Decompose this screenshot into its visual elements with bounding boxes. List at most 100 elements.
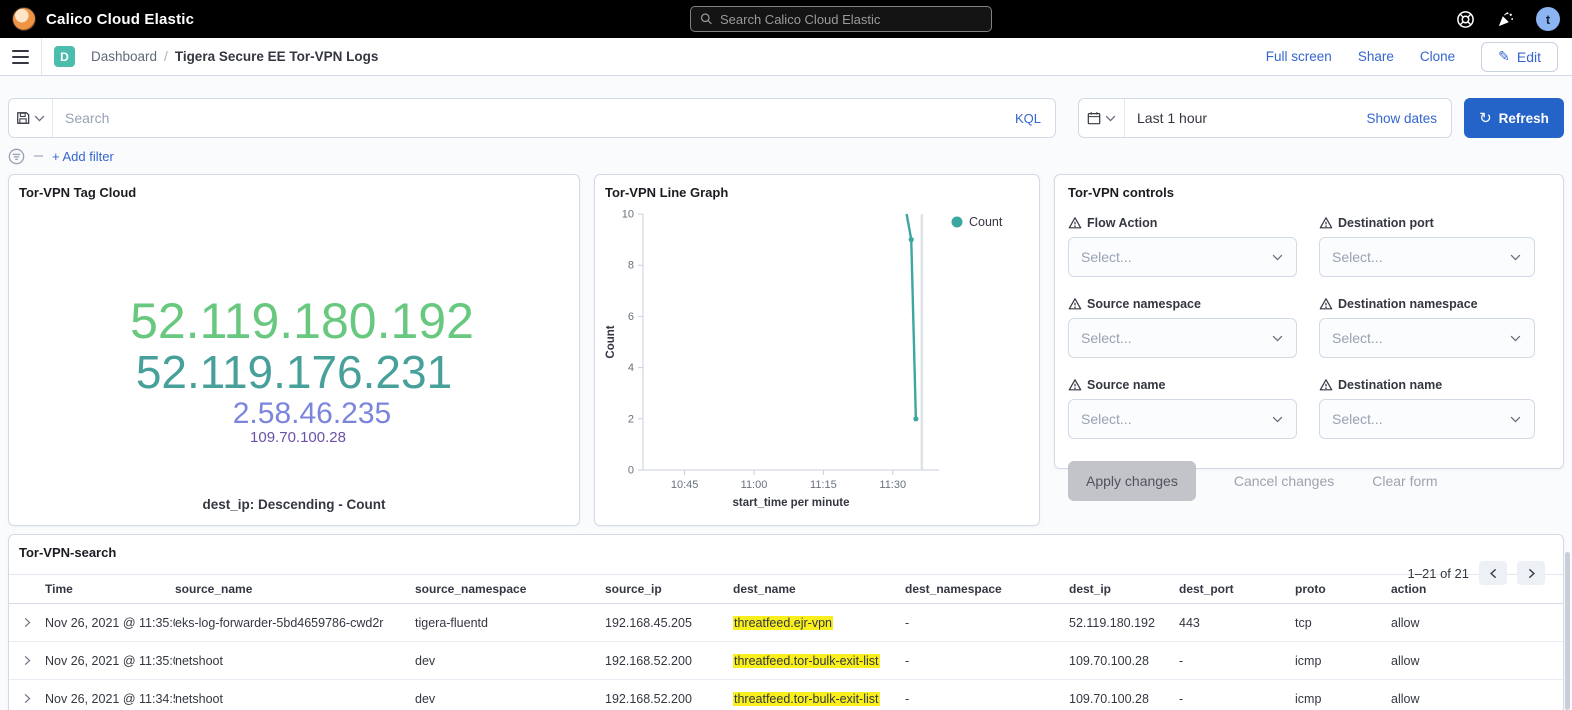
kql-selector[interactable]: KQL (1001, 111, 1055, 126)
add-filter-link[interactable]: + Add filter (52, 149, 114, 164)
global-search-input[interactable] (720, 12, 982, 27)
expand-row-button[interactable] (9, 693, 45, 704)
tag-cloud-term[interactable]: 109.70.100.28 (250, 430, 346, 446)
table-cell: dev (415, 692, 605, 706)
tag-cloud-caption: dest_ip: Descending - Count (9, 497, 579, 512)
panel-title: Tor-VPN-search (9, 535, 1563, 560)
calendar-icon (1087, 111, 1101, 125)
global-search[interactable] (690, 6, 992, 32)
date-quick-menu[interactable] (1079, 99, 1125, 137)
control-field-label: Source name (1068, 378, 1297, 392)
vertical-scrollbar[interactable] (1565, 552, 1570, 710)
table-cell: 192.168.52.200 (605, 692, 733, 706)
chevron-right-icon (22, 655, 33, 666)
table-cell: tcp (1295, 616, 1391, 630)
chevron-down-icon (1271, 413, 1284, 426)
table-cell: icmp (1295, 654, 1391, 668)
cancel-changes-button[interactable]: Cancel changes (1234, 473, 1334, 489)
search-input[interactable] (53, 110, 1001, 126)
controls-buttons: Apply changes Cancel changes Clear form (1068, 461, 1549, 501)
whats-new-icon[interactable] (1496, 10, 1515, 29)
apply-changes-button[interactable]: Apply changes (1068, 461, 1196, 501)
breadcrumb: Dashboard / Tigera Secure EE Tor-VPN Log… (91, 49, 378, 64)
share-link[interactable]: Share (1358, 49, 1394, 64)
refresh-button[interactable]: ↻ Refresh (1464, 98, 1564, 138)
edit-button[interactable]: ✎ Edit (1481, 42, 1558, 72)
clone-link[interactable]: Clone (1420, 49, 1455, 64)
brand[interactable]: Calico Cloud Elastic (0, 7, 194, 31)
select-source-namespace[interactable]: Select... (1068, 318, 1297, 358)
brand-name: Calico Cloud Elastic (46, 11, 194, 28)
table-cell: threatfeed.tor-bulk-exit-list (733, 654, 905, 668)
dashboard-content: KQL Last 1 hour Show dates ↻ Refresh + A… (0, 76, 1572, 710)
table-cell: 192.168.52.200 (605, 654, 733, 668)
table-cell: - (905, 654, 1069, 668)
save-icon (16, 111, 30, 125)
help-icon[interactable] (1456, 10, 1475, 29)
full-screen-link[interactable]: Full screen (1266, 49, 1332, 64)
select-destination-port[interactable]: Select... (1319, 237, 1535, 277)
clear-form-button[interactable]: Clear form (1372, 473, 1437, 489)
chevron-right-icon (22, 617, 33, 628)
select-flow-action[interactable]: Select... (1068, 237, 1297, 277)
table-cell: eks-log-forwarder-5bd4659786-cwd2r (175, 616, 415, 630)
prev-page-button[interactable] (1479, 561, 1507, 585)
menu-icon[interactable] (0, 38, 42, 75)
next-page-button[interactable] (1517, 561, 1545, 585)
chevron-down-icon (33, 112, 46, 125)
breadcrumb-dashboard[interactable]: Dashboard (91, 49, 157, 64)
saved-query-menu[interactable] (9, 99, 53, 137)
select-source-name[interactable]: Select... (1068, 399, 1297, 439)
warning-icon (1068, 216, 1082, 230)
chevron-down-icon (1271, 332, 1284, 345)
breadcrumb-separator: / (164, 49, 168, 64)
svg-text:2: 2 (628, 413, 634, 425)
tag-cloud-panel: Tor-VPN Tag Cloud 52.119.180.19252.119.1… (8, 174, 580, 526)
dashboard-badge[interactable]: D (54, 46, 75, 67)
svg-text:Count: Count (605, 325, 617, 358)
controls-fields: Flow ActionSelect...Destination portSele… (1068, 216, 1549, 439)
select-destination-name[interactable]: Select... (1319, 399, 1535, 439)
control-field-label: Flow Action (1068, 216, 1297, 230)
legend-item-count[interactable]: Count (952, 215, 1003, 229)
table-cell: 109.70.100.28 (1069, 654, 1179, 668)
tag-cloud-term[interactable]: 2.58.46.235 (233, 398, 391, 430)
show-dates-link[interactable]: Show dates (1352, 111, 1451, 126)
filter-icon[interactable] (8, 148, 25, 165)
svg-text:6: 6 (628, 311, 634, 323)
line-graph-panel: Tor-VPN Line Graph 024681010:4511:0011:1… (594, 174, 1040, 526)
time-range-value[interactable]: Last 1 hour (1125, 110, 1352, 126)
table-cell: Nov 26, 2021 @ 11:34:54.000 (45, 692, 175, 706)
chevron-down-icon (1509, 251, 1522, 264)
svg-text:10:45: 10:45 (671, 479, 699, 491)
table-cell: dev (415, 654, 605, 668)
control-field: Source namespaceSelect... (1068, 297, 1297, 358)
calico-logo-icon (12, 7, 36, 31)
column-header-proto: proto (1295, 582, 1391, 596)
search-table-panel: Tor-VPN-search 1–21 of 21 Timesource_nam… (8, 534, 1564, 710)
select-destination-namespace[interactable]: Select... (1319, 318, 1535, 358)
svg-text:start_time per minute: start_time per minute (733, 497, 850, 509)
refresh-icon: ↻ (1479, 109, 1492, 127)
tag-cloud-term[interactable]: 52.119.176.231 (136, 348, 452, 398)
app-bar-actions: t (1456, 0, 1560, 38)
warning-icon (1319, 216, 1333, 230)
page-title: Tigera Secure EE Tor-VPN Logs (175, 49, 379, 64)
chevron-down-icon (1271, 251, 1284, 264)
tag-cloud-term[interactable]: 52.119.180.192 (130, 294, 474, 348)
control-field: Source name Select... (1068, 378, 1297, 439)
table-cell: - (1179, 692, 1295, 706)
table-cell: 52.119.180.192 (1069, 616, 1179, 630)
panel-title: Tor-VPN controls (1068, 175, 1549, 200)
expand-row-button[interactable] (9, 655, 45, 666)
date-picker: Last 1 hour Show dates (1078, 98, 1452, 138)
warning-icon (1068, 297, 1082, 311)
pagination-count: 1–21 of 21 (1408, 566, 1469, 581)
chevron-left-icon (1488, 568, 1499, 579)
table-cell: tigera-fluentd (415, 616, 605, 630)
svg-text:11:15: 11:15 (810, 479, 837, 491)
table-cell: allow (1391, 692, 1563, 706)
expand-row-button[interactable] (9, 617, 45, 628)
column-header-dest_ip: dest_ip (1069, 582, 1179, 596)
user-avatar[interactable]: t (1536, 7, 1560, 31)
